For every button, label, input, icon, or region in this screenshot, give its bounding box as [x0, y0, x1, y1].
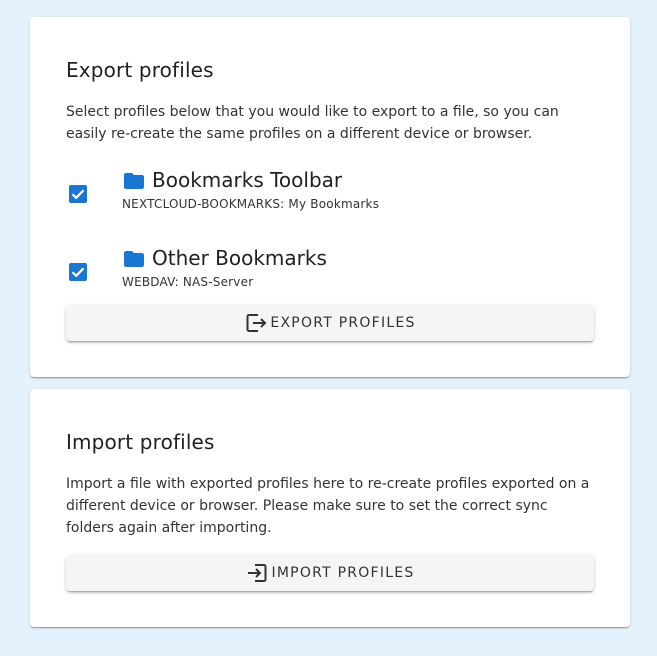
profile-name: Other Bookmarks	[152, 246, 327, 270]
profile-checkbox[interactable]	[69, 185, 87, 203]
profile-item: Bookmarks Toolbar NEXTCLOUD-BOOKMARKS: M…	[66, 163, 594, 219]
import-card-description: Import a file with exported profiles her…	[66, 476, 590, 536]
export-button-label: EXPORT PROFILES	[270, 315, 416, 331]
import-button-label: IMPORT PROFILES	[271, 565, 415, 581]
profile-name: Bookmarks Toolbar	[152, 168, 343, 192]
export-icon	[246, 314, 267, 332]
import-icon	[248, 564, 267, 582]
export-card-title: Export profiles	[66, 58, 214, 82]
checkmark-icon	[71, 267, 85, 278]
export-profiles-card: Export profiles Select profiles below th…	[30, 17, 630, 377]
import-profiles-card: Import profiles Import a file with expor…	[30, 389, 630, 627]
checkmark-icon	[71, 189, 85, 200]
folder-icon	[124, 251, 144, 267]
profile-subtitle: NEXTCLOUD-BOOKMARKS: My Bookmarks	[122, 197, 380, 211]
profile-item: Other Bookmarks WEBDAV: NAS-Server	[66, 241, 594, 297]
export-profiles-button[interactable]: EXPORT PROFILES	[66, 305, 594, 341]
folder-icon	[124, 173, 144, 189]
profile-subtitle: WEBDAV: NAS-Server	[122, 275, 254, 289]
export-card-description: Select profiles below that you would lik…	[66, 104, 559, 142]
import-card-title: Import profiles	[66, 430, 215, 454]
import-profiles-button[interactable]: IMPORT PROFILES	[66, 555, 594, 591]
profile-checkbox[interactable]	[69, 263, 87, 281]
